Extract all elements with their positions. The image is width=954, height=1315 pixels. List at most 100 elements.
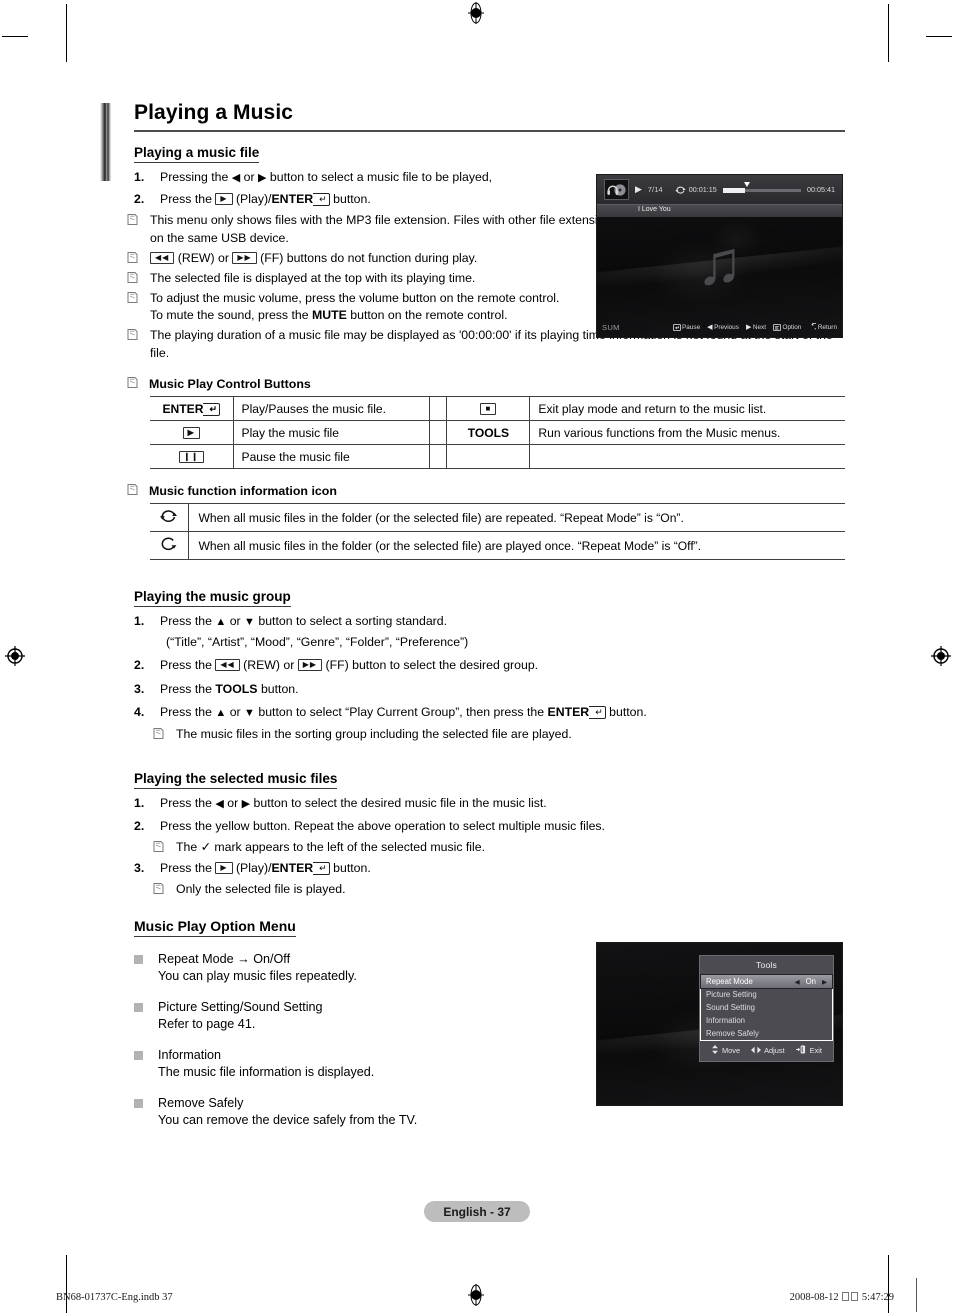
note-pencil-icon (126, 291, 141, 305)
table-row: ❙❙ Pause the music file (150, 444, 845, 470)
tools-key-label: TOOLS (215, 681, 258, 696)
step-text: (Play)/ (232, 192, 272, 207)
note-pencil-icon (152, 727, 167, 741)
footer-timestamp: 2008-08-12 5:47:29 (790, 1292, 894, 1303)
step-item: 2. Press the yellow button. Repeat the a… (134, 817, 845, 837)
hint-label: Exit (809, 1046, 822, 1055)
sorting-options: (“Title”, “Artist”, “Mood”, “Genre”, “Fo… (166, 634, 469, 649)
hint-label: Pause (682, 323, 701, 331)
footer-file-reference: BN68-01737C-Eng.indb 37 (56, 1292, 173, 1303)
down-triangle-icon: ▼ (244, 616, 255, 629)
left-triangle-icon: ◀ (707, 324, 713, 331)
list-item: Information The music file information i… (126, 1047, 566, 1081)
list-item: Picture Setting/Sound Setting Refer to p… (126, 999, 566, 1033)
note-pencil-icon (126, 328, 141, 342)
updown-icon (711, 1045, 719, 1056)
step-number: 4. (134, 705, 145, 720)
note-pencil-icon (126, 213, 141, 227)
hint-label: Move (722, 1046, 741, 1055)
hint-option[interactable]: Option (773, 323, 802, 331)
note-pencil-icon (126, 376, 139, 392)
footer-divider (916, 1278, 917, 1312)
list-item: Remove Safely You can remove the device … (126, 1095, 566, 1129)
note-pencil-icon (152, 840, 167, 854)
right-triangle-icon: ▶ (745, 324, 752, 331)
step-text: (FF) button to select the desired group. (325, 658, 539, 673)
value-stepper[interactable]: ◀ On ▶ (795, 977, 827, 986)
hint-exit: Exit (795, 1045, 822, 1056)
step-text: button to select a sorting standard. (258, 614, 448, 629)
step-text: Press the (160, 192, 216, 207)
step-text: (REW) or (243, 658, 295, 673)
registration-mark-left-icon (4, 645, 26, 667)
option-title: Repeat Mode → On/Off (158, 952, 291, 967)
progress-slider[interactable] (722, 182, 801, 194)
music-player-bottom-bar: SUM Pause ◀ Previous ▶ Next Option Retur… (597, 317, 842, 337)
progress-knob[interactable] (743, 182, 750, 187)
key-cell: ENTER ↵ (150, 396, 233, 422)
hint-return[interactable]: Return (808, 323, 837, 331)
music-player-top-bar: ▶ 7/14 00:01:15 00:05:41 (597, 175, 842, 204)
option-desc: You can play music files repeatedly. (158, 969, 357, 984)
desc-cell: Play/Pauses the music file. (232, 396, 430, 422)
enter-key-label: ENTER (547, 705, 590, 720)
note-text: The (176, 840, 198, 855)
tv-screenshot-tools-menu: Tools Repeat Mode ◀ On ▶ Picture Setting… (596, 942, 843, 1106)
tools-item-information[interactable]: Information (701, 1014, 832, 1027)
hint-pause[interactable]: Pause (672, 323, 701, 331)
step-text: button. (329, 192, 371, 207)
table-row: ENTER ↵ Play/Pauses the music file. ■ Exi… (150, 396, 845, 422)
column-gap (429, 420, 448, 446)
step-item: 3. Press the TOOLS button. (134, 680, 845, 700)
hint-label: Option (782, 323, 802, 331)
pause-key-icon: ❙❙ (178, 450, 204, 463)
table-row: When all music files in the folder (or t… (150, 531, 845, 561)
track-index: 7/14 (647, 185, 663, 194)
step-text: (Play)/ (235, 860, 272, 875)
step-text: or (229, 614, 241, 629)
note-item: The music files in the sorting group inc… (152, 726, 845, 744)
steps-playing-selected-files: 1. Press the ◀ or ▶ button to select the… (134, 794, 845, 837)
step-text: Press the (160, 681, 212, 696)
left-triangle-icon: ◀ (215, 797, 224, 810)
hint-next[interactable]: ▶ Next (745, 323, 766, 332)
progress-fill (722, 188, 745, 193)
play-key-icon: ▶ (215, 861, 233, 874)
step-text-mid: or (240, 169, 259, 184)
column-gap (429, 444, 448, 470)
step-number: 2. (134, 192, 145, 207)
hint-label: Return (817, 323, 837, 331)
tools-item-repeat-mode[interactable]: Repeat Mode ◀ On ▶ (700, 974, 833, 989)
note-text: The selected file is displayed at the to… (150, 270, 476, 285)
table-music-play-control-buttons: ENTER ↵ Play/Pauses the music file. ■ Exi… (150, 396, 845, 470)
step-text: Press the (160, 614, 212, 629)
heading-playing-a-music-file: Playing a music file (134, 145, 260, 163)
option-menu-list: Repeat Mode → On/Off You can play music … (126, 951, 566, 1129)
tools-item-sound-setting[interactable]: Sound Setting (701, 1001, 832, 1014)
option-desc: The music file information is displayed. (158, 1065, 375, 1080)
table-row: ▶ Play the music file TOOLS Run various … (150, 420, 845, 446)
crop-mark-bottom-right (888, 1255, 889, 1313)
tools-item-picture-setting[interactable]: Picture Setting (701, 988, 832, 1001)
hint-previous[interactable]: ◀ Previous (707, 323, 739, 332)
tools-item-remove-safely[interactable]: Remove Safely (701, 1027, 832, 1040)
step-item: 1. Press the ▲ or ▼ button to select a s… (134, 612, 845, 652)
desc-cell: Exit play mode and return to the music l… (529, 396, 845, 422)
right-triangle-icon[interactable]: ▶ (822, 978, 827, 986)
step-number: 2. (134, 658, 145, 673)
play-key-icon: ▶ (215, 193, 233, 206)
tools-menu-list: Repeat Mode ◀ On ▶ Picture Setting Sound… (700, 974, 833, 1041)
enter-key-icon: ↵ (313, 861, 330, 875)
rewind-key-icon: ◀◀ (150, 251, 175, 264)
rewind-key-icon: ◀◀ (215, 659, 240, 672)
key-cell: ❙❙ (150, 444, 233, 470)
key-cell: ■ (446, 396, 530, 422)
right-triangle-icon: ▶ (241, 797, 251, 810)
section-option-menu: Music Play Option Menu (100, 898, 845, 938)
unrendered-glyph (842, 1292, 850, 1301)
steps-playing-selected-files-cont: 3. Press the ▶ (Play)/ENTER ↵ button. (134, 859, 845, 879)
exit-icon (795, 1045, 807, 1056)
left-triangle-icon[interactable]: ◀ (795, 978, 800, 986)
section-music-file: Playing a music file (100, 132, 845, 163)
table-row: When all music files in the folder (or t… (150, 503, 845, 533)
